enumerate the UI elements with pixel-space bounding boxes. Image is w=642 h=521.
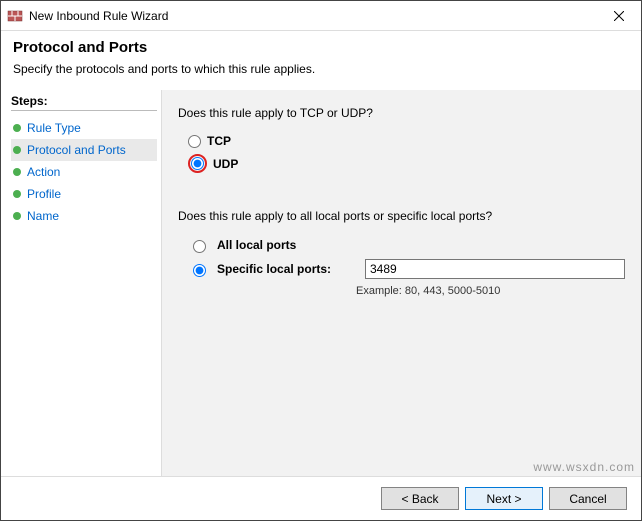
- radio-all-ports[interactable]: [193, 240, 206, 253]
- step-label: Action: [27, 165, 60, 179]
- radio-specific-ports[interactable]: [193, 264, 206, 277]
- content-panel: Does this rule apply to TCP or UDP? TCP …: [161, 90, 641, 476]
- protocol-question: Does this rule apply to TCP or UDP?: [178, 106, 625, 120]
- steps-list: Rule Type Protocol and Ports Action Prof…: [11, 117, 157, 227]
- step-label: Protocol and Ports: [27, 143, 126, 157]
- ports-question: Does this rule apply to all local ports …: [178, 209, 625, 223]
- step-bullet-icon: [13, 124, 21, 132]
- wizard-footer: < Back Next > Cancel: [1, 476, 641, 520]
- page-title: Protocol and Ports: [13, 39, 629, 56]
- step-rule-type[interactable]: Rule Type: [11, 117, 157, 139]
- step-bullet-icon: [13, 212, 21, 220]
- specific-ports-input[interactable]: [365, 259, 625, 279]
- radio-udp-row[interactable]: UDP: [188, 154, 625, 173]
- step-label: Rule Type: [27, 121, 81, 135]
- close-button[interactable]: [597, 1, 641, 31]
- cancel-button[interactable]: Cancel: [549, 487, 627, 510]
- radio-specific-ports-row[interactable]: Specific local ports:: [188, 259, 625, 279]
- step-label: Name: [27, 209, 59, 223]
- radio-udp[interactable]: [191, 157, 204, 170]
- step-label: Profile: [27, 187, 61, 201]
- back-button[interactable]: < Back: [381, 487, 459, 510]
- steps-heading: Steps:: [11, 94, 157, 111]
- wizard-body: Steps: Rule Type Protocol and Ports Acti…: [1, 90, 641, 476]
- radio-all-ports-label: All local ports: [217, 238, 357, 252]
- titlebar: New Inbound Rule Wizard: [1, 1, 641, 31]
- radio-tcp-row[interactable]: TCP: [188, 134, 625, 148]
- radio-tcp[interactable]: [188, 135, 201, 148]
- radio-highlight-icon: [188, 154, 207, 173]
- close-icon: [614, 11, 624, 21]
- radio-specific-ports-label: Specific local ports:: [217, 262, 357, 276]
- ports-group: Does this rule apply to all local ports …: [178, 209, 625, 297]
- firewall-icon: [7, 8, 23, 24]
- step-name[interactable]: Name: [11, 205, 157, 227]
- steps-sidebar: Steps: Rule Type Protocol and Ports Acti…: [1, 90, 161, 476]
- step-profile[interactable]: Profile: [11, 183, 157, 205]
- page-subtitle: Specify the protocols and ports to which…: [13, 62, 629, 76]
- radio-udp-label: UDP: [213, 157, 238, 171]
- page-header: Protocol and Ports Specify the protocols…: [1, 31, 641, 86]
- wizard-window: New Inbound Rule Wizard Protocol and Por…: [0, 0, 642, 521]
- radio-tcp-label: TCP: [207, 134, 231, 148]
- ports-example: Example: 80, 443, 5000-5010: [356, 285, 625, 297]
- step-bullet-icon: [13, 146, 21, 154]
- step-action[interactable]: Action: [11, 161, 157, 183]
- step-bullet-icon: [13, 190, 21, 198]
- step-protocol-and-ports[interactable]: Protocol and Ports: [11, 139, 157, 161]
- window-title: New Inbound Rule Wizard: [29, 9, 597, 23]
- radio-all-ports-row[interactable]: All local ports: [188, 237, 625, 253]
- next-button[interactable]: Next >: [465, 487, 543, 510]
- step-bullet-icon: [13, 168, 21, 176]
